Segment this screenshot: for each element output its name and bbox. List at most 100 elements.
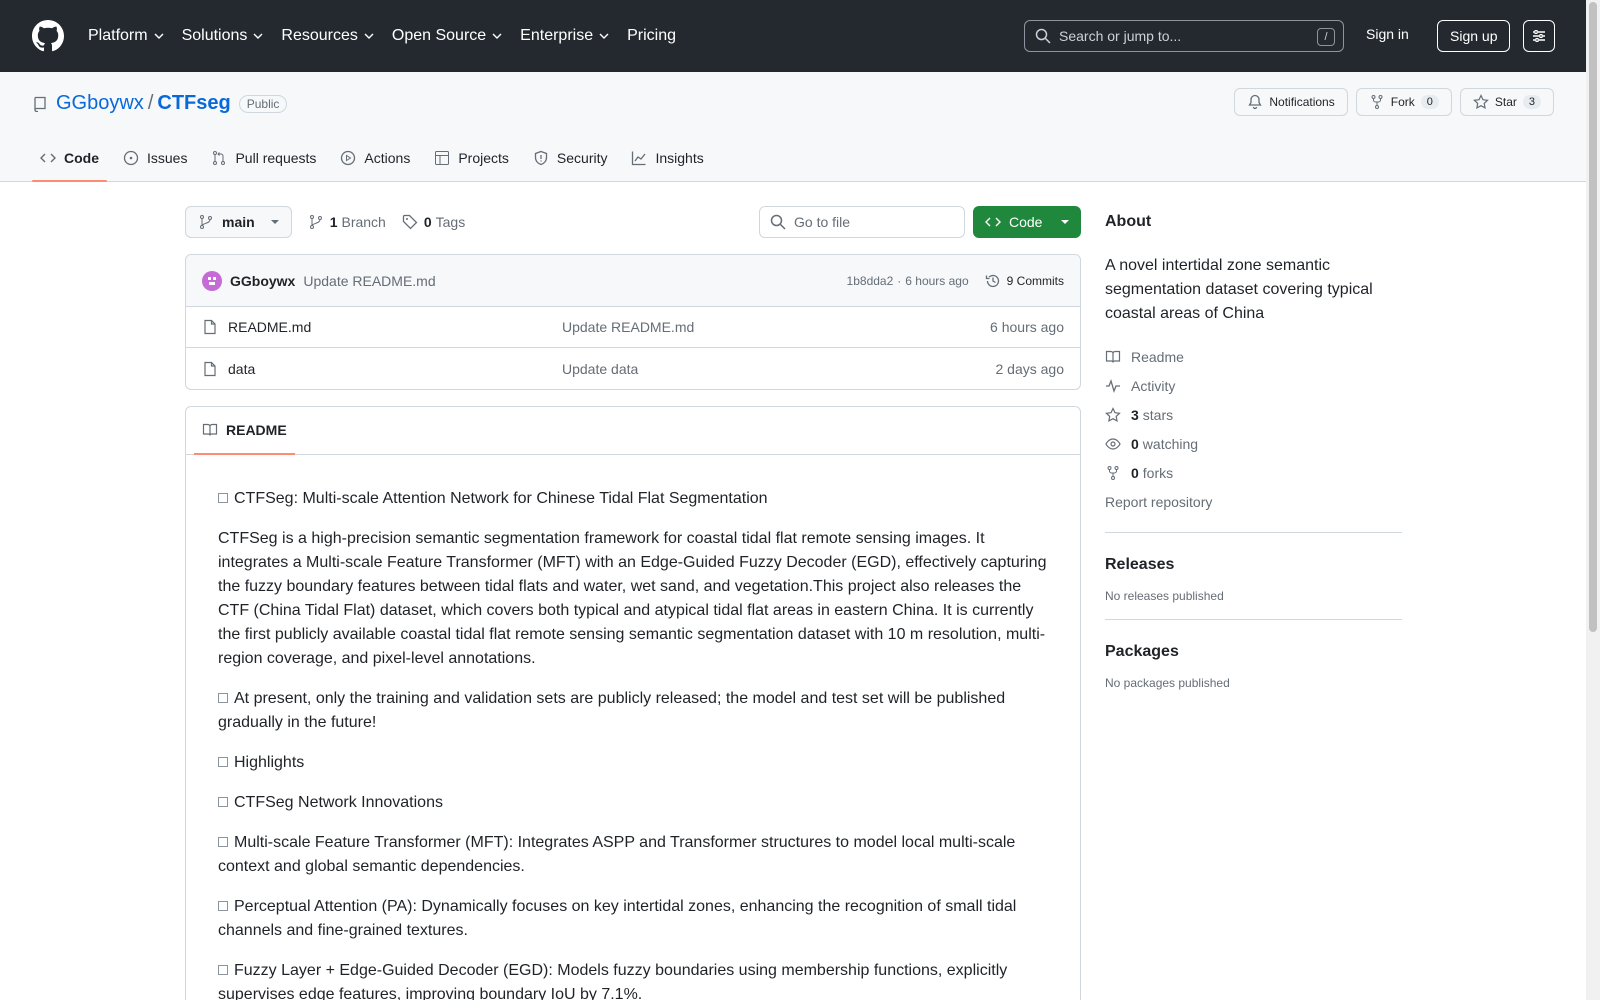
watchers-label: watching [1142, 435, 1199, 452]
avatar[interactable] [202, 270, 222, 291]
packages-heading[interactable]: Packages [1105, 636, 1402, 668]
nav-open-source[interactable]: Open Source [392, 27, 502, 45]
notifications-button[interactable]: Notifications [1234, 88, 1348, 116]
file-name-link[interactable]: README.md [228, 319, 562, 335]
emoji-placeholder-icon [218, 757, 228, 767]
global-search-input[interactable]: Search or jump to... / [1024, 20, 1344, 52]
sliders-icon [1533, 30, 1545, 42]
chevron-down-icon [364, 33, 374, 39]
repo-tabs: Code Issues Pull requests Actions Projec… [32, 134, 720, 182]
go-to-file-input[interactable]: Go to file [759, 206, 965, 238]
settings-menu-button[interactable] [1523, 20, 1555, 52]
tab-label: Actions [364, 150, 411, 166]
branch-count-label: Branch [341, 214, 386, 230]
bell-icon [1248, 94, 1263, 110]
readme-text: Highlights [234, 754, 305, 771]
report-repository-link[interactable]: Report repository [1105, 487, 1402, 516]
notifications-label: Notifications [1269, 95, 1335, 109]
stars-count: 3 [1131, 406, 1139, 423]
commit-meta: 1b8dda2 · 6 hours ago 9 Commits [847, 273, 1064, 289]
file-commit-link[interactable]: Update data [562, 361, 996, 377]
watchers-link[interactable]: 0 watching [1105, 429, 1402, 458]
commit-author-link[interactable]: GGboywx [230, 273, 295, 289]
tab-label: Security [556, 150, 608, 166]
star-button[interactable]: Star 3 [1459, 88, 1554, 116]
file-icon [204, 319, 216, 335]
global-header: Platform Solutions Resources Open Source… [0, 0, 1586, 72]
file-icon [204, 361, 216, 376]
releases-heading[interactable]: Releases [1105, 549, 1402, 581]
history-icon [985, 274, 999, 287]
fork-icon [1371, 95, 1383, 109]
branch-count: 1 [329, 214, 338, 230]
fork-counter: 0 [1420, 95, 1439, 109]
nav-enterprise[interactable]: Enterprise [520, 27, 609, 45]
file-commit-link[interactable]: Update README.md [562, 319, 990, 335]
main-column: main 1 Branch 0 Tags Go to file Code GGboy… [185, 206, 1081, 1000]
github-logo-icon[interactable] [32, 20, 64, 52]
file-age: 2 days ago [995, 360, 1065, 377]
code-button-label: Code [1009, 214, 1043, 230]
emoji-placeholder-icon [218, 797, 228, 807]
stars-link[interactable]: 3 stars [1105, 400, 1402, 429]
activity-link-label: Activity [1131, 377, 1176, 394]
scrollbar-thumb[interactable] [1589, 2, 1597, 632]
tags-link[interactable]: 0 Tags [402, 214, 465, 230]
tab-insights[interactable]: Insights [623, 134, 711, 182]
nav-pricing[interactable]: Pricing [627, 27, 676, 45]
readme-text: At present, only the training and valida… [218, 690, 1006, 731]
tab-pull-requests[interactable]: Pull requests [203, 134, 324, 182]
fork-icon [1107, 465, 1119, 480]
readme-paragraph: Multi-scale Feature Transformer (MFT): I… [218, 831, 1048, 879]
nav-resources[interactable]: Resources [281, 27, 374, 45]
code-dropdown-button[interactable]: Code [973, 206, 1081, 238]
about-description: A novel intertidal zone semantic segment… [1105, 257, 1373, 322]
tab-readme[interactable]: README [194, 407, 295, 455]
commits-history-link[interactable]: 9 Commits [985, 273, 1064, 289]
issue-icon [123, 150, 139, 166]
readme-header: README [186, 407, 1080, 455]
readme-paragraph: CTFSeg is a high-precision semantic segm… [218, 527, 1048, 671]
file-row[interactable]: README.md Update README.md 6 hours ago [186, 307, 1080, 348]
tab-actions[interactable]: Actions [332, 134, 418, 182]
readme-paragraph: CTFSeg: Multi-scale Attention Network fo… [218, 487, 1048, 511]
branches-link[interactable]: 1 Branch [308, 214, 386, 230]
star-icon [1105, 406, 1121, 422]
table-icon [435, 151, 450, 165]
forks-link[interactable]: 0 forks [1105, 458, 1402, 487]
commit-hash-link[interactable]: 1b8dda2 [847, 274, 894, 288]
about-heading: About [1105, 213, 1152, 230]
tab-label: Issues [147, 150, 188, 166]
tab-issues[interactable]: Issues [115, 134, 195, 182]
tab-projects[interactable]: Projects [426, 134, 517, 182]
sign-up-button[interactable]: Sign up [1437, 20, 1511, 52]
star-label: Star [1494, 95, 1517, 109]
divider [1105, 532, 1402, 533]
search-placeholder: Search or jump to... [1059, 28, 1182, 44]
tab-code[interactable]: Code [32, 134, 107, 182]
branch-selector[interactable]: main [185, 206, 292, 238]
nav-label: Open Source [391, 27, 487, 44]
tab-label: Insights [655, 150, 704, 166]
repo-name-link[interactable]: CTFseg [157, 92, 230, 115]
file-name-link[interactable]: data [228, 361, 562, 377]
file-row[interactable]: data Update data 2 days ago [186, 348, 1080, 389]
repo-header: GGboywx / CTFseg Public Notifications Fo… [0, 72, 1586, 182]
nav-solutions[interactable]: Solutions [182, 27, 264, 45]
fork-button[interactable]: Fork 0 [1355, 88, 1452, 116]
readme-text: Multi-scale Feature Transformer (MFT): I… [218, 834, 1016, 875]
tab-label: Projects [458, 150, 509, 166]
readme-text: CTFSeg: Multi-scale Attention Network fo… [234, 490, 768, 507]
readme-text: Fuzzy Layer + Edge-Guided Decoder (EGD):… [218, 962, 1008, 1000]
play-icon [341, 150, 356, 166]
commit-message-link[interactable]: Update README.md [303, 273, 435, 289]
page-scrollbar[interactable] [1586, 0, 1600, 1000]
readme-link[interactable]: Readme [1105, 342, 1402, 371]
pull-request-icon [213, 151, 226, 165]
tab-security[interactable]: Security [525, 134, 616, 182]
tag-count: 0 [423, 214, 432, 230]
nav-platform[interactable]: Platform [88, 27, 164, 45]
repo-owner-link[interactable]: GGboywx [56, 92, 144, 115]
sign-in-link[interactable]: Sign in [1366, 26, 1409, 42]
activity-link[interactable]: Activity [1105, 371, 1402, 400]
